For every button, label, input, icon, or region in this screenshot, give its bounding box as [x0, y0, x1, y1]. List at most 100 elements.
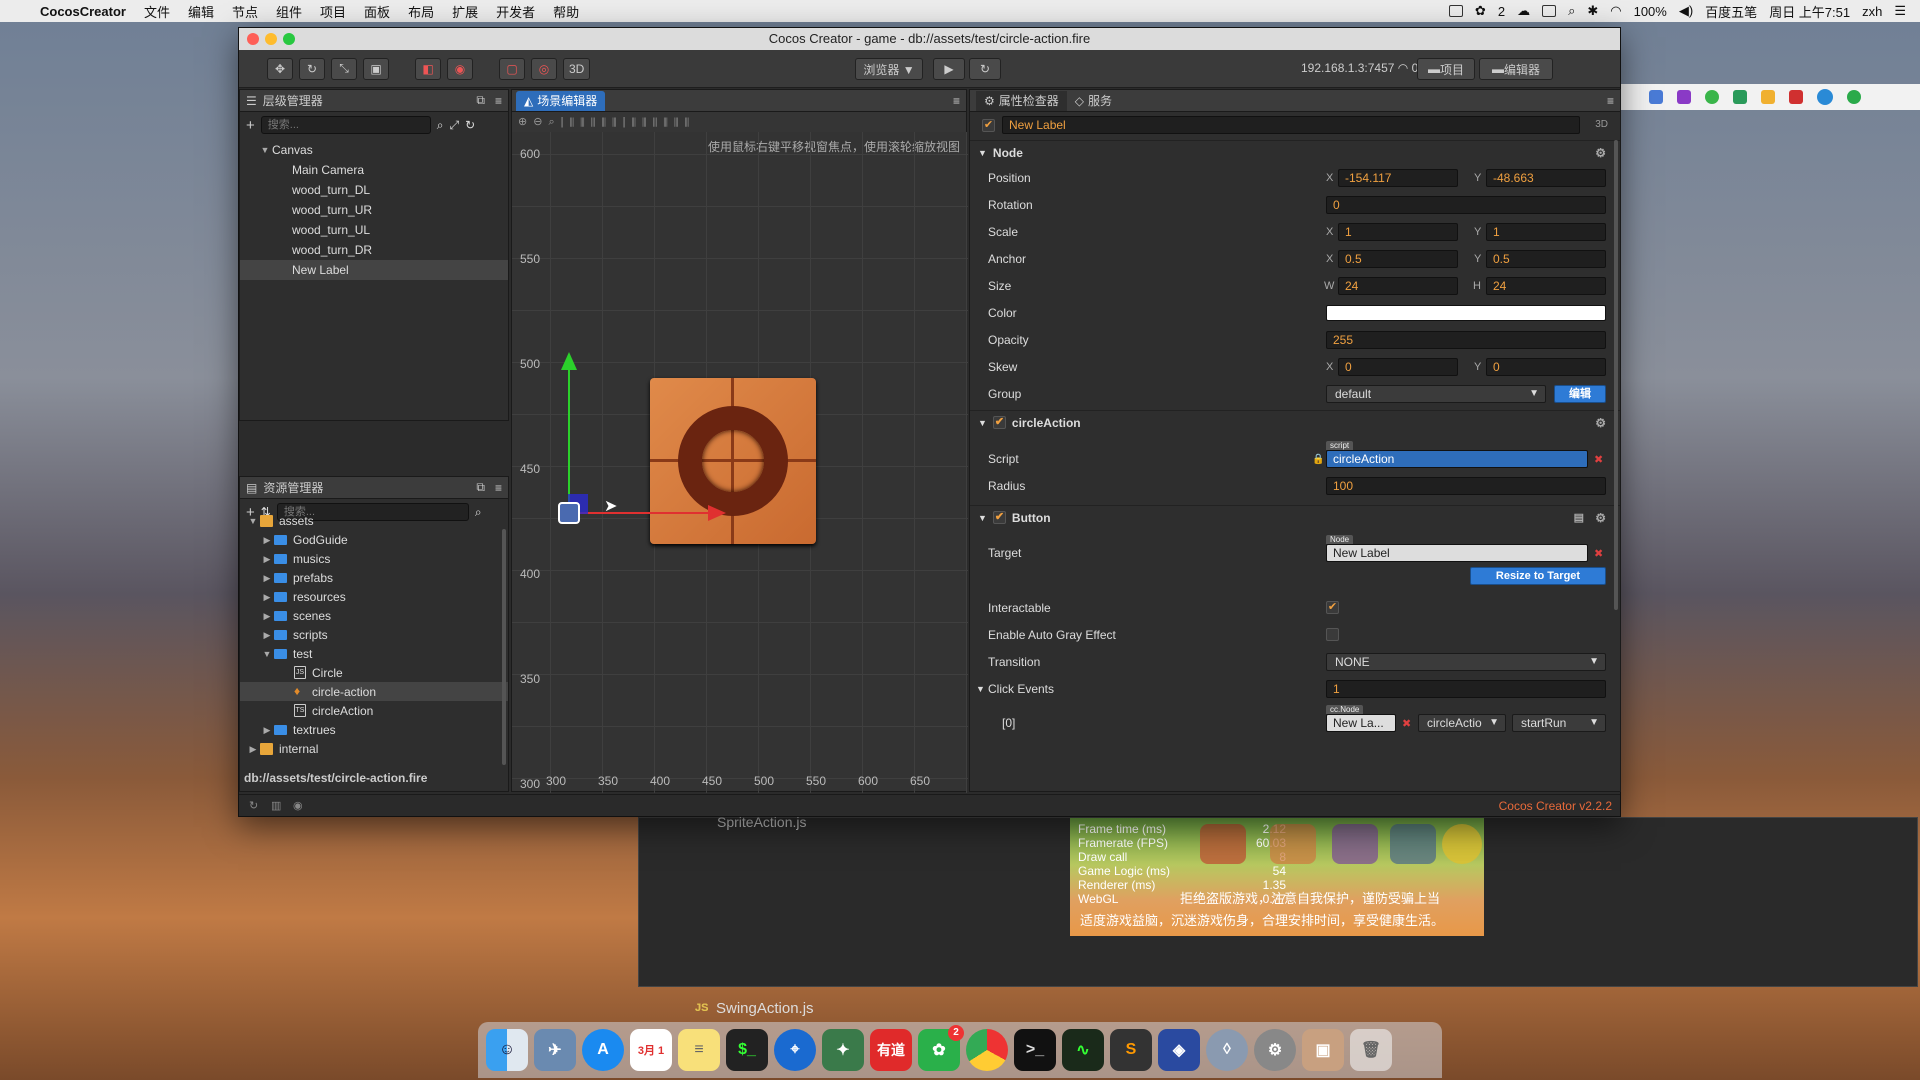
zoom-in-icon[interactable]: ⊕	[518, 116, 533, 128]
node-3d-tag[interactable]: 3D	[1595, 119, 1608, 130]
click-events-count[interactable]: 1	[1326, 680, 1606, 698]
status-refresh-icon[interactable]: ↻	[249, 799, 258, 812]
notification-center-icon[interactable]: ☰	[1894, 3, 1906, 19]
menu-project[interactable]: 项目	[320, 2, 346, 21]
search-icon[interactable]: ⌕	[437, 118, 444, 133]
tree-item-canvas[interactable]: ▼ Canvas	[240, 140, 508, 160]
preview-platform-dropdown[interactable]: 浏览器 ▼	[855, 58, 923, 80]
ext-icon-5[interactable]	[1761, 90, 1775, 104]
menu-component[interactable]: 组件	[276, 2, 302, 21]
align-icons[interactable]: |⫴⫴⫴⫴⫴|⫴⫴⫴⫴⫴⫴	[561, 116, 696, 128]
move-tool-button[interactable]: ✥	[267, 57, 293, 80]
label-node-handle[interactable]	[558, 502, 580, 524]
game-thumb-3[interactable]	[1332, 824, 1378, 864]
scale-y-input[interactable]: 1	[1486, 223, 1606, 241]
asset-file-circle-action[interactable]: ♦ circle-action	[240, 682, 508, 701]
auto-gray-checkbox[interactable]	[1326, 628, 1339, 641]
youdao-icon[interactable]: 有道	[870, 1029, 912, 1071]
game-thumb-2[interactable]	[1270, 824, 1316, 864]
image-capture-icon[interactable]: ▣	[1302, 1029, 1344, 1071]
ext-icon-7[interactable]	[1817, 89, 1833, 105]
user-name[interactable]: zxh	[1862, 4, 1882, 19]
app-store-icon[interactable]: A	[582, 1029, 624, 1071]
asset-folder-scripts[interactable]: ▶ scripts	[240, 625, 508, 644]
tree-item-main-camera[interactable]: Main Camera	[240, 160, 508, 180]
group-dropdown[interactable]: default ▼	[1326, 385, 1546, 403]
tab-service[interactable]: ◇ 服务	[1067, 91, 1120, 111]
event-component-dropdown[interactable]: circleActio ▼	[1418, 714, 1506, 732]
opacity-input[interactable]: 255	[1326, 331, 1606, 349]
game-thumb-5[interactable]	[1442, 824, 1482, 864]
tab-properties[interactable]: ⚙ 属性检查器	[976, 90, 1067, 111]
asset-folder-godguide[interactable]: ▶ GodGuide	[240, 530, 508, 549]
menu-node[interactable]: 节点	[232, 2, 258, 21]
tree-item-new-label[interactable]: New Label	[240, 260, 508, 280]
panel-popout-icon[interactable]: ⧉	[476, 480, 485, 495]
radius-input[interactable]: 100	[1326, 477, 1606, 495]
status-trash-icon[interactable]: ▥	[271, 799, 281, 812]
scale-tool-button[interactable]: ⤡	[331, 57, 357, 80]
chevron-down-icon[interactable]: ▼	[976, 684, 985, 694]
droplet-app-icon[interactable]: ◊	[1206, 1029, 1248, 1071]
target-field[interactable]: New Label	[1326, 544, 1588, 562]
android-studio-icon[interactable]: ✦	[822, 1029, 864, 1071]
panel-menu-icon[interactable]: ≡	[953, 94, 960, 108]
expand-icon[interactable]: ⤢	[450, 118, 460, 133]
ext-icon-4[interactable]	[1733, 90, 1747, 104]
open-editor-button[interactable]: ▬ 编辑器	[1479, 58, 1553, 80]
asset-folder-scenes[interactable]: ▶ scenes	[240, 606, 508, 625]
game-thumb-4[interactable]	[1390, 824, 1436, 864]
game-thumb-1[interactable]	[1200, 824, 1246, 864]
component-enabled-checkbox[interactable]: ✔	[992, 416, 1006, 429]
en-input-icon[interactable]	[1448, 5, 1463, 17]
assets-scrollbar[interactable]	[502, 529, 506, 765]
gizmo-y-axis[interactable]	[568, 362, 570, 512]
doc-icon[interactable]: ▤	[1574, 511, 1584, 524]
wechat-icon[interactable]: ✿ 2	[918, 1025, 964, 1071]
search-icon[interactable]: ⌕	[475, 505, 482, 520]
tab-scene-editor[interactable]: ◭ 场景编辑器	[516, 90, 606, 111]
minimize-window-button[interactable]	[265, 33, 277, 45]
status-eye-icon[interactable]: ◉	[293, 799, 303, 812]
cloud-icon[interactable]: ☁	[1517, 3, 1530, 19]
preview-app-icon[interactable]: ✈	[534, 1029, 576, 1071]
chevron-right-icon[interactable]: ▶	[260, 568, 274, 588]
chrome-icon[interactable]	[966, 1029, 1008, 1071]
chevron-down-icon[interactable]: ▼	[260, 644, 274, 664]
finder-icon[interactable]: ☺	[486, 1029, 528, 1071]
chevron-right-icon[interactable]: ▶	[260, 530, 274, 550]
anchor-x-input[interactable]: 0.5	[1338, 250, 1458, 268]
tree-item-wood-dl[interactable]: wood_turn_DL	[240, 180, 508, 200]
battery-text[interactable]: 100%	[1634, 4, 1667, 19]
game-preview[interactable]: Frame time (ms) Framerate (FPS) Draw cal…	[1070, 818, 1484, 936]
menu-help[interactable]: 帮助	[553, 2, 579, 21]
trash-icon[interactable]: 🗑	[1350, 1029, 1392, 1071]
component-enabled-checkbox[interactable]: ✔	[992, 511, 1006, 524]
section-node[interactable]: ▼ Node ⚙	[970, 140, 1620, 164]
anchor-pivot-button[interactable]: ◧	[415, 57, 441, 80]
notes-icon[interactable]: ≡	[678, 1029, 720, 1071]
tree-item-wood-ul[interactable]: wood_turn_UL	[240, 220, 508, 240]
gear-icon[interactable]: ⚙	[1595, 511, 1606, 525]
3d-toggle-button[interactable]: 3D	[563, 57, 591, 80]
position-y-input[interactable]: -48.663	[1486, 169, 1606, 187]
tree-item-wood-ur[interactable]: wood_turn_UR	[240, 200, 508, 220]
asset-internal[interactable]: ▶ internal	[240, 739, 508, 758]
transition-dropdown[interactable]: NONE ▼	[1326, 653, 1606, 671]
skew-y-input[interactable]: 0	[1486, 358, 1606, 376]
zoom-out-icon[interactable]: ⊖	[533, 116, 548, 128]
maps-icon[interactable]: ⌖	[774, 1029, 816, 1071]
chevron-right-icon[interactable]: ▶	[260, 587, 274, 607]
scale-x-input[interactable]: 1	[1338, 223, 1458, 241]
asset-folder-musics[interactable]: ▶ musics	[240, 549, 508, 568]
hierarchy-search-input[interactable]: 搜索...	[260, 116, 431, 134]
tree-item-wood-dr[interactable]: wood_turn_DR	[240, 240, 508, 260]
menu-extension[interactable]: 扩展	[452, 2, 478, 21]
ext-icon-3[interactable]	[1705, 90, 1719, 104]
datetime[interactable]: 周日 上午7:51	[1769, 2, 1850, 21]
refresh-button[interactable]: ↻	[969, 58, 1001, 80]
panel-menu-icon[interactable]: ≡	[1607, 94, 1614, 108]
ext-icon-1[interactable]	[1649, 90, 1663, 104]
panel-menu-icon[interactable]: ≡	[495, 481, 502, 495]
play-button[interactable]: ▶	[933, 58, 965, 80]
